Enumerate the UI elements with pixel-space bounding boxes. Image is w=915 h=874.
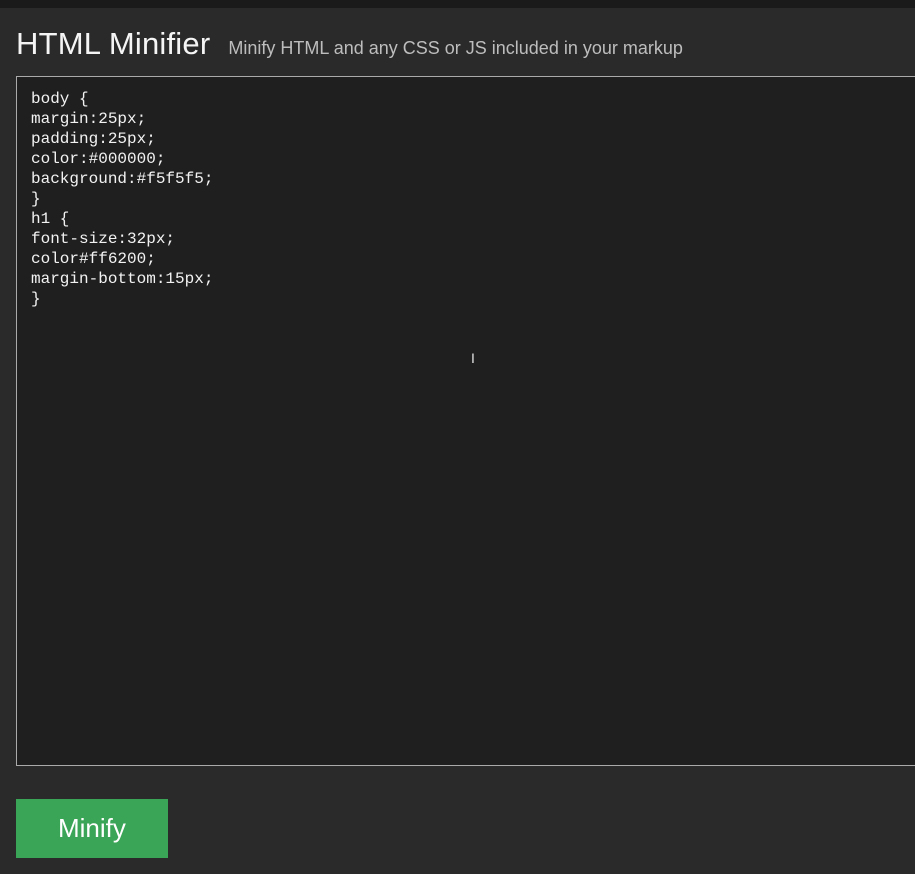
code-input[interactable] <box>16 76 915 766</box>
minify-button[interactable]: Minify <box>16 799 168 858</box>
header: HTML Minifier Minify HTML and any CSS or… <box>0 8 915 76</box>
page-title: HTML Minifier <box>16 26 210 62</box>
editor-container <box>16 76 915 771</box>
page-subtitle: Minify HTML and any CSS or JS included i… <box>228 38 683 59</box>
top-bar <box>0 0 915 8</box>
button-row: Minify <box>16 799 915 858</box>
